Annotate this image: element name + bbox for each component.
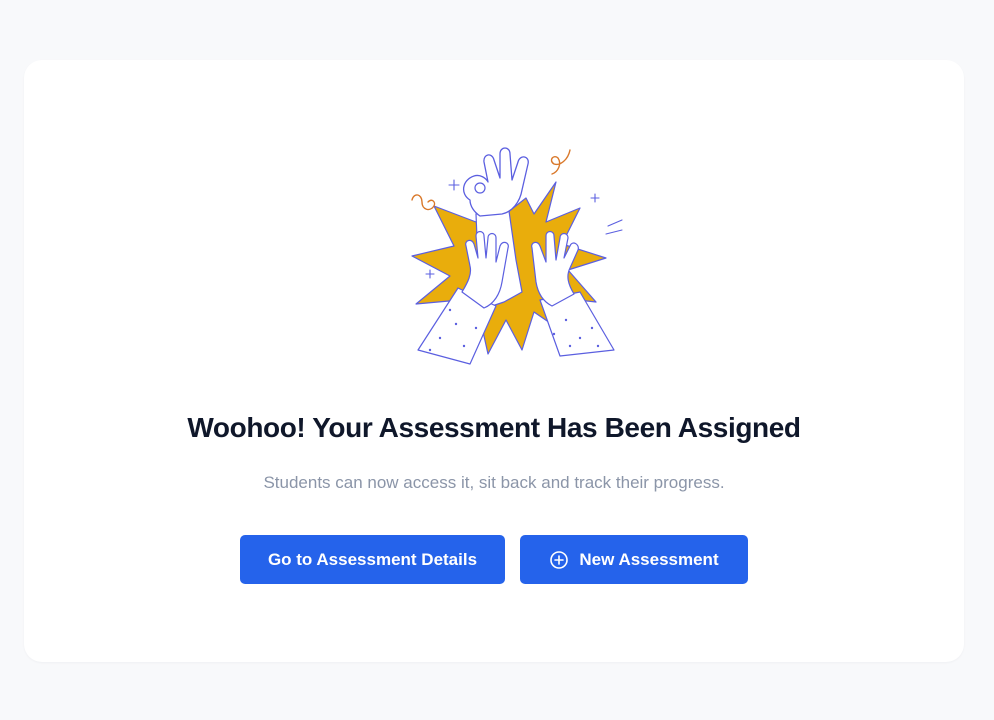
- go-to-assessment-details-button[interactable]: Go to Assessment Details: [240, 535, 505, 584]
- plus-circle-icon: [549, 550, 569, 570]
- new-assessment-label: New Assessment: [579, 549, 719, 569]
- go-to-assessment-details-label: Go to Assessment Details: [267, 549, 478, 569]
- new-assessment-button[interactable]: New Assessment: [520, 535, 748, 584]
- success-subtitle: Students can now access it, sit back and…: [263, 473, 725, 492]
- success-title: Woohoo! Your Assessment Has Been Assigne…: [187, 412, 801, 443]
- high-five-illustration: [411, 147, 623, 365]
- success-card: Woohoo! Your Assessment Has Been Assigne…: [24, 60, 964, 662]
